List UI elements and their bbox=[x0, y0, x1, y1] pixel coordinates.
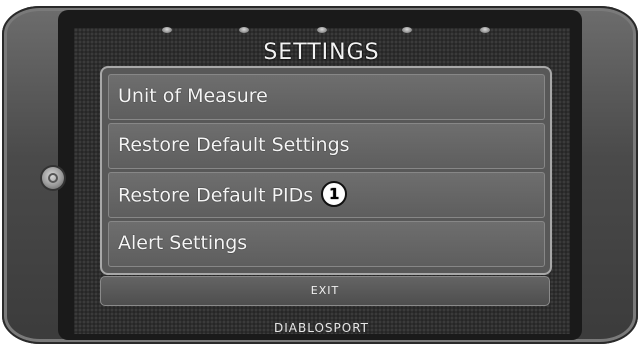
page-title: SETTINGS bbox=[263, 40, 380, 65]
exit-button[interactable]: EXIT bbox=[100, 276, 550, 306]
settings-menu: Unit of Measure Restore Default Settings… bbox=[100, 66, 552, 275]
indicator-light-icon bbox=[402, 27, 412, 33]
menu-item-alert-settings[interactable]: Alert Settings bbox=[108, 221, 545, 267]
menu-item-restore-default-settings[interactable]: Restore Default Settings bbox=[108, 123, 545, 169]
brand-logo: DIABLOSPORT bbox=[273, 321, 370, 335]
exit-button-label: EXIT bbox=[310, 284, 340, 297]
indicator-light-icon bbox=[480, 27, 490, 33]
menu-item-label: Alert Settings bbox=[118, 232, 248, 254]
menu-item-restore-default-pids[interactable]: Restore Default PIDs 1 bbox=[108, 172, 545, 218]
menu-item-label-text: Restore Default PIDs bbox=[118, 184, 314, 207]
indicator-light-icon bbox=[239, 27, 249, 33]
menu-item-label: Restore Default Settings bbox=[118, 134, 350, 156]
menu-item-label: Unit of Measure bbox=[118, 85, 268, 107]
power-button-icon[interactable] bbox=[42, 167, 64, 189]
menu-item-label: Restore Default PIDs 1 bbox=[118, 181, 348, 209]
indicator-light-icon bbox=[162, 27, 172, 33]
callout-badge: 1 bbox=[321, 181, 348, 207]
menu-item-unit-of-measure[interactable]: Unit of Measure bbox=[108, 74, 545, 120]
indicator-light-icon bbox=[317, 27, 327, 33]
